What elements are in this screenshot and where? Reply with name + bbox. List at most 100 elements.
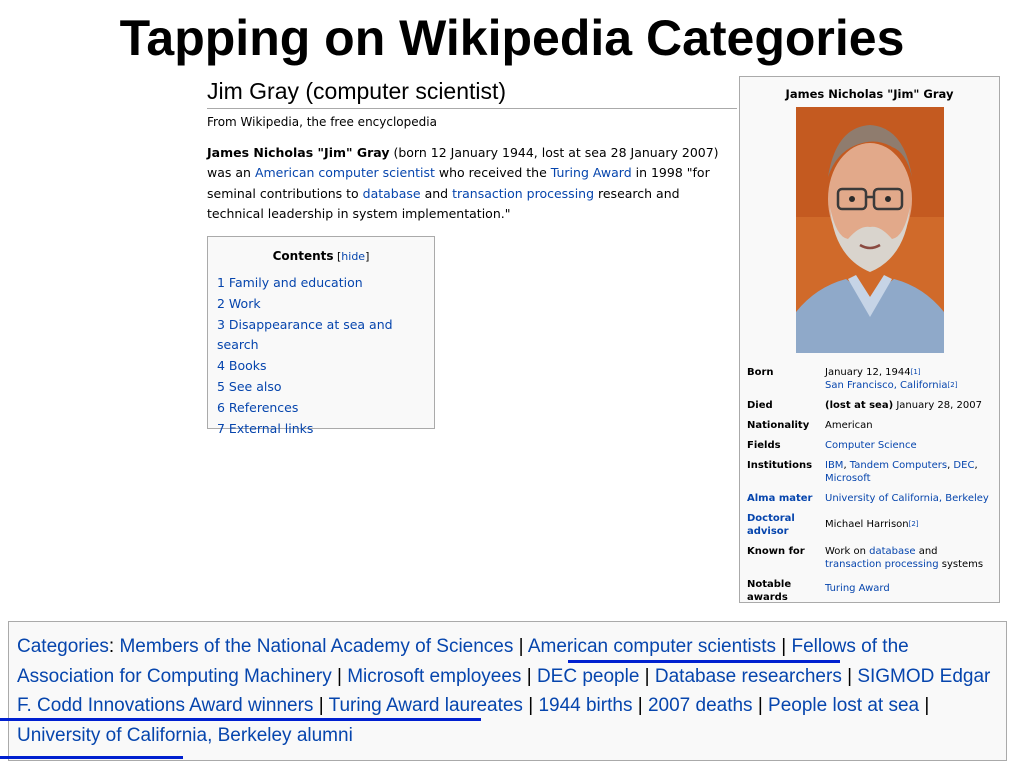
highlight-underline-american-computer-scientists [568,660,840,663]
subject-name: James Nicholas "Jim" Gray [207,144,390,160]
link-transaction-processing[interactable]: transaction processing [825,559,939,570]
infobox-value: Turing Award [825,578,997,604]
link-turing-award[interactable]: Turing Award [825,583,890,594]
toc-item[interactable]: 5 See also [217,379,282,394]
toc-heading: Contents [272,249,334,263]
died-note: (lost at sea) [825,400,894,411]
category-link[interactable]: DEC people [537,666,639,687]
known-text: and [915,546,938,557]
infobox-row-advisor: Doctoral advisor Michael Harrison[2] [747,512,997,538]
toc-hide-link[interactable]: hide [341,250,365,263]
category-separator: | [632,695,648,716]
highlight-underline-people-lost-at-sea [0,756,183,759]
link-tandem[interactable]: Tandem Computers [850,460,947,471]
infobox-label: Nationality [747,420,810,431]
category-link[interactable]: People lost at sea [768,695,919,716]
born-date: January 12, 1944 [825,367,911,378]
article-lead: James Nicholas "Jim" Gray (born 12 Janua… [207,143,737,225]
infobox-row-alma-mater: Alma mater University of California, Ber… [747,492,997,505]
category-separator: | [752,695,769,716]
category-link[interactable]: Turing Award laureates [329,695,523,716]
category-separator: | [521,665,537,687]
category-separator: | [522,695,539,716]
toc-hide-close: ] [365,250,370,263]
category-separator: | [775,636,792,657]
category-link[interactable]: 1944 births [538,695,632,716]
infobox-label-link[interactable]: Doctoral advisor [747,512,825,538]
infobox-label: Known for [747,546,805,557]
category-link[interactable]: American computer scientists [528,636,776,657]
reference-link[interactable]: [1] [911,368,921,376]
toc-item[interactable]: 4 Books [217,358,267,373]
category-separator: | [841,665,858,687]
infobox-label: Fields [747,440,781,451]
infobox-title: James Nicholas "Jim" Gray [785,87,954,101]
article-title: Jim Gray (computer scientist) [207,78,737,109]
infobox-row-died: Died (lost at sea) January 28, 2007 [747,399,997,412]
category-separator: | [331,665,348,687]
categories-label-link[interactable]: Categories [17,636,109,657]
category-separator: | [313,695,329,716]
link-turing-award[interactable]: Turing Award [551,165,632,180]
infobox: James Nicholas "Jim" Gray Born January 1… [739,76,1000,603]
infobox-value: University of California, Berkeley [825,492,997,505]
reference-link[interactable]: [2] [948,381,958,389]
infobox-value: IBM, Tandem Computers, DEC, Microsoft [825,459,997,485]
link-berkeley[interactable]: University of California, Berkeley [825,493,989,504]
category-link[interactable]: Microsoft employees [347,666,521,687]
link-ibm[interactable]: IBM [825,460,843,471]
toc-list: 1 Family and education 2 Work 3 Disappea… [217,273,434,439]
toc-item[interactable]: 2 Work [217,296,261,311]
infobox-row-awards: Notable awards Turing Award [747,578,997,604]
article-tagline: From Wikipedia, the free encyclopedia [207,114,437,129]
table-of-contents: Contents [hide] 1 Family and education 2… [207,236,435,436]
link-microsoft[interactable]: Microsoft [825,473,871,484]
link-transaction-processing[interactable]: transaction processing [452,186,594,201]
link-computer-science[interactable]: Computer Science [825,440,917,451]
slide-title: Tapping on Wikipedia Categories [119,10,905,66]
infobox-value: American [825,420,873,431]
toc-item[interactable]: 7 External links [217,421,313,436]
infobox-value: January 12, 1944[1] San Francisco, Califo… [825,366,997,392]
reference-link[interactable]: [2] [909,520,919,528]
lead-text: and [420,185,453,201]
highlight-underline-sigmod-award [0,718,481,721]
known-text: systems [938,559,984,570]
infobox-label: Notable awards [747,579,792,603]
category-separator: | [513,636,528,657]
link-dec[interactable]: DEC [953,460,974,471]
link-birthplace[interactable]: San Francisco, California [825,380,948,391]
article: Jim Gray (computer scientist) From Wikip… [207,78,737,225]
category-separator: | [919,695,930,716]
infobox-label: Died [747,400,773,411]
infobox-label: Institutions [747,460,813,471]
infobox-row-institutions: Institutions IBM, Tandem Computers, DEC,… [747,459,997,485]
infobox-rows: Born January 12, 1944[1] San Francisco, C… [747,366,997,611]
advisor-name: Michael Harrison [825,519,909,530]
toc-item[interactable]: 6 References [217,400,298,415]
category-link[interactable]: University of California, Berkeley alumn… [17,725,353,746]
infobox-value: Michael Harrison[2] [825,512,997,538]
infobox-row-known-for: Known for Work on database and transacti… [747,545,997,571]
person-photo[interactable] [796,107,944,353]
categories-colon: : [108,636,120,657]
infobox-row-born: Born January 12, 1944[1] San Francisco, C… [747,366,997,392]
toc-title: Contents [hide] [208,249,434,263]
infobox-label: Born [747,367,774,378]
lead-text: who received the [434,165,551,181]
died-date: January 28, 2007 [893,400,982,411]
infobox-value: (lost at sea) January 28, 2007 [825,399,997,412]
link-american-computer-scientist[interactable]: American computer scientist [255,165,435,180]
infobox-value: Work on database and transaction process… [825,545,997,571]
categories-box: Categories: Members of the National Acad… [8,621,1007,761]
infobox-row-fields: Fields Computer Science [747,439,997,452]
infobox-label-link[interactable]: Alma mater [747,492,825,505]
link-database[interactable]: database [869,546,915,557]
category-link[interactable]: 2007 deaths [648,695,753,716]
toc-item[interactable]: 3 Disappearance at sea and search [217,317,393,353]
category-separator: | [639,665,655,687]
toc-item[interactable]: 1 Family and education [217,275,363,290]
category-link[interactable]: Database researchers [655,666,842,687]
category-link[interactable]: Members of the National Academy of Scien… [119,636,513,657]
link-database[interactable]: database [363,186,421,201]
